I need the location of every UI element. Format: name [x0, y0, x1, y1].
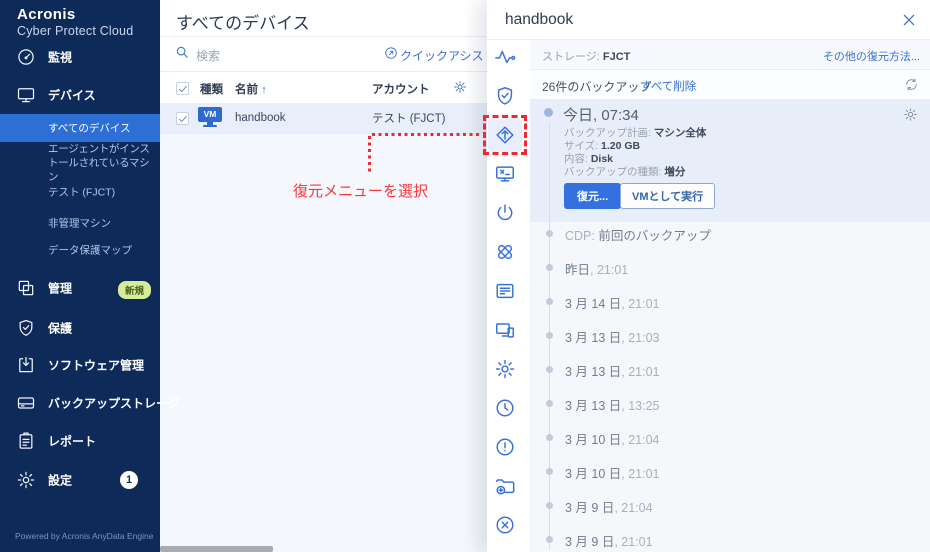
device-account: テスト (FJCT)	[372, 110, 445, 126]
backup-list-item[interactable]: 3 月 10 日, 21:04	[530, 426, 930, 448]
sidebar-item-monitoring[interactable]: 監視	[0, 42, 160, 72]
storage-info: ストレージ: FJCT	[542, 48, 630, 64]
sidebar-item-devices[interactable]: デバイス	[0, 80, 160, 110]
brand-product: Cyber Protect Cloud	[17, 24, 133, 38]
monitor-icon	[16, 85, 36, 105]
vm-type-icon: VM	[198, 107, 222, 129]
backups-count: 26件のバックアップ	[542, 78, 651, 95]
sidebar-item-unmanaged[interactable]: 非管理マシン	[0, 213, 160, 233]
select-all-checkbox[interactable]	[176, 82, 189, 95]
quick-assist-icon	[384, 46, 398, 65]
overlap-squares-icon	[16, 278, 36, 298]
drive-icon	[16, 393, 36, 413]
column-header-type: 種類	[200, 81, 223, 97]
search-input[interactable]: 検索	[196, 47, 220, 64]
sidebar-item-test-fjct[interactable]: テスト (FJCT)	[0, 182, 160, 202]
timeline-dot	[544, 108, 553, 117]
clock-icon[interactable]	[494, 397, 516, 419]
device-row-handbook[interactable]: VM handbook テスト (FJCT)	[160, 103, 487, 133]
sidebar-item-backup-storage[interactable]: バックアップストレージ	[0, 388, 160, 418]
backup-list-item[interactable]: CDP: 前回のバックアップ	[530, 222, 930, 244]
device-detail-panel: handbook ストレージ: FJCT その他の復元方法...	[487, 0, 930, 552]
search-icon[interactable]	[175, 45, 189, 64]
folder-add-icon[interactable]	[494, 475, 516, 497]
backup-list-item[interactable]: 3 月 10 日, 21:01	[530, 460, 930, 482]
sidebar-item-management[interactable]: 管理 新規	[0, 273, 160, 303]
backup-panel-content: ストレージ: FJCT その他の復元方法... 26件のバックアップ すべて削除…	[530, 40, 930, 552]
page-title: すべてのデバイス	[176, 9, 310, 34]
panel-title: handbook	[505, 11, 573, 29]
settings-count-badge: 1	[120, 471, 138, 489]
delete-all-link[interactable]: すべて削除	[640, 78, 696, 94]
brand-logo: Acronis	[17, 6, 76, 23]
report-icon[interactable]	[494, 280, 516, 302]
backup-card-title: 今日, 07:34	[563, 104, 639, 125]
backup-options-gear-icon[interactable]	[903, 107, 918, 127]
console-icon[interactable]	[494, 163, 516, 185]
horizontal-scrollbar-thumb[interactable]	[160, 546, 273, 552]
close-icon[interactable]	[901, 12, 917, 28]
clipboard-icon	[16, 431, 36, 451]
annotation-dotted-line-vertical	[368, 136, 371, 174]
backup-list-item[interactable]: 3 月 9 日, 21:04	[530, 494, 930, 516]
annotation-dotted-line-horizontal	[372, 133, 480, 136]
annotation-highlight-rect	[483, 115, 527, 155]
devices-icon[interactable]	[494, 319, 516, 341]
main-content: すべてのデバイス 検索 クイックアシス 種類 名前 ↑ アカウント VM han…	[160, 0, 487, 552]
device-name: handbook	[235, 112, 286, 124]
sidebar-item-all-devices[interactable]: すべてのデバイス	[0, 114, 160, 142]
sidebar-item-agent-machines[interactable]: エージェントがインストールされているマシン	[0, 146, 160, 180]
backup-list-item[interactable]: 3 月 13 日, 21:03	[530, 324, 930, 346]
sidebar-item-protection[interactable]: 保護	[0, 313, 160, 343]
backup-list-item[interactable]: 昨日, 21:01	[530, 256, 930, 278]
sidebar-item-data-protection-map[interactable]: データ保護マップ	[0, 240, 160, 260]
close-circle-icon[interactable]	[494, 514, 516, 536]
gear-icon[interactable]	[494, 358, 516, 380]
alert-icon[interactable]	[494, 436, 516, 458]
power-icon[interactable]	[494, 202, 516, 224]
backup-list-item[interactable]: 3 月 9 日, 21:01	[530, 528, 930, 550]
backup-type-field: バックアップの種類: 増分	[564, 166, 685, 179]
box-download-icon	[16, 355, 36, 375]
backup-list-item[interactable]: 3 月 13 日, 13:25	[530, 392, 930, 414]
backup-size-field: サイズ: 1.20 GB	[564, 140, 640, 153]
backup-list-item[interactable]: 3 月 13 日, 21:01	[530, 358, 930, 380]
annotation-label: 復元メニューを選択	[293, 180, 428, 201]
shield-check-icon[interactable]	[494, 85, 516, 107]
quick-assist-link[interactable]: クイックアシス	[400, 47, 484, 64]
gear-icon	[16, 470, 36, 490]
backup-list-item[interactable]: 3 月 14 日, 21:01	[530, 290, 930, 312]
recover-button[interactable]: 復元...	[564, 183, 621, 209]
run-as-vm-button[interactable]: VMとして実行	[620, 183, 715, 209]
column-settings-gear-icon[interactable]	[453, 80, 467, 99]
backup-card-today[interactable]: 今日, 07:34 バックアップ計画: マシン全体 サイズ: 1.20 GB 内…	[530, 100, 930, 222]
backup-contents-field: 内容: Disk	[564, 153, 613, 166]
new-badge: 新規	[118, 281, 151, 299]
column-header-account: アカウント	[372, 81, 430, 97]
sidebar: Acronis Cyber Protect Cloud 監視 デバイス すべての…	[0, 0, 160, 552]
backup-plan-field: バックアップ計画: マシン全体	[564, 127, 706, 140]
refresh-icon[interactable]	[904, 77, 919, 97]
sidebar-item-reports[interactable]: レポート	[0, 426, 160, 456]
powered-by-text: Powered by Acronis AnyData Engine	[15, 531, 153, 541]
sort-asc-icon: ↑	[261, 84, 267, 96]
row-checkbox[interactable]	[176, 112, 189, 125]
other-recovery-methods-link[interactable]: その他の復元方法...	[823, 48, 920, 64]
sidebar-item-settings[interactable]: 設定 1	[0, 465, 160, 495]
acronis-console: Acronis Cyber Protect Cloud 監視 デバイス すべての…	[0, 0, 930, 552]
gauge-icon	[16, 47, 36, 67]
shield-check-icon	[16, 318, 36, 338]
patch-icon[interactable]	[494, 241, 516, 263]
activity-icon[interactable]	[494, 46, 516, 68]
sidebar-item-software-management[interactable]: ソフトウェア管理	[0, 350, 160, 380]
column-header-name[interactable]: 名前 ↑	[235, 81, 267, 97]
